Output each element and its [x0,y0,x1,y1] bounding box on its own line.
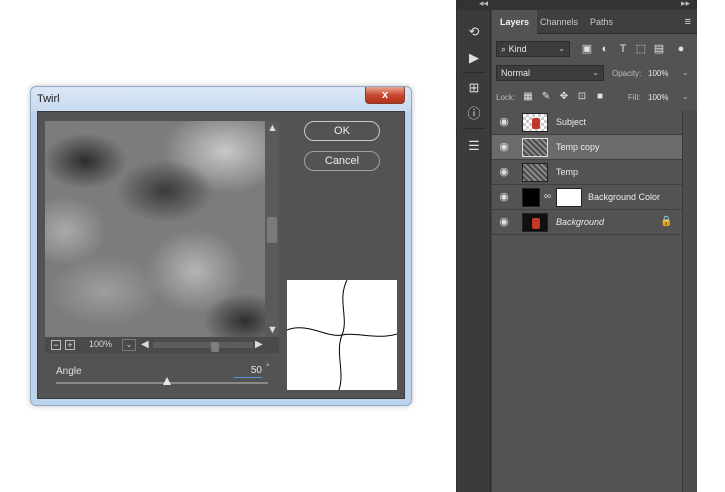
layer-thumbnail [522,113,548,132]
lock-icon: 🔒 [660,216,673,227]
layer-row-subject[interactable]: ◉ Subject [492,110,682,135]
pixel-filter-icon[interactable]: ▣ [580,42,594,56]
chevron-down-icon: ⌄ [558,44,565,53]
layer-mask-thumbnail [556,188,582,207]
visibility-eye-icon[interactable]: ◉ [498,216,510,228]
layers-scrollbar[interactable] [682,110,697,492]
layer-filter-row: ⌕ Kind ⌄ ▣ ◐ T ⬚ ▤ ● [496,41,693,59]
chevron-down-icon: ⌄ [592,68,599,77]
angle-label: Angle [56,366,82,377]
preview-toolbar: − + 100% ⌄ ◀ ▶ [45,337,279,353]
filter-toggle-icon[interactable]: ● [674,42,688,56]
lock-position-icon[interactable]: ✥ [558,91,570,103]
layer-name: Background [556,217,605,227]
blend-mode-value: Normal [501,68,531,78]
panel-dock-header: ◂◂ ▸▸ [457,0,697,10]
zoom-in-icon[interactable]: + [65,340,75,350]
layer-name: Background Color [588,192,661,202]
opacity-label: Opacity: [612,69,642,78]
layers-panel: Layers Channels Paths ≡ ⌕ Kind ⌄ ▣ ◐ T ⬚… [492,10,697,492]
ok-button[interactable]: OK [304,121,380,141]
close-button[interactable]: x [365,87,405,104]
preview-horizontal-scrollbar[interactable]: ◀ ▶ [141,339,267,352]
tab-channels[interactable]: Channels [532,10,586,34]
visibility-eye-icon[interactable]: ◉ [498,191,510,203]
twirl-dialog: Twirl x ▲ ▼ − + 100% ⌄ ◀ ▶ Angle 50 ° OK… [30,86,412,406]
info-icon[interactable]: ⓘ [466,106,482,122]
layer-row-temp-copy[interactable]: ◉ Temp copy [492,135,682,160]
degree-unit: ° [266,362,270,372]
chain-link-icon[interactable]: ∞ [544,191,551,202]
collapse-left-icon[interactable]: ◂◂ [479,0,488,9]
chevron-down-icon[interactable]: ⌄ [682,68,689,77]
layer-name: Temp [556,167,579,177]
chevron-down-icon[interactable]: ⌄ [682,92,689,101]
filter-preview-image[interactable] [45,121,265,337]
angle-slider-track[interactable] [56,382,268,384]
fill-label: Fill: [628,93,641,102]
search-icon: ⌕ [501,44,507,54]
history-icon[interactable]: ⟲ [466,24,482,40]
photoshop-panels: ◂◂ ▸▸ ⟲ ▶ ⊞ ⓘ ☰ Layers Channels Paths ≡ … [456,0,697,492]
dialog-body: ▲ ▼ − + 100% ⌄ ◀ ▶ Angle ° [37,111,405,399]
fill-value[interactable]: 100% [648,93,668,102]
visibility-eye-icon[interactable]: ◉ [498,141,510,153]
blend-mode-dropdown[interactable]: Normal ⌄ [496,65,604,81]
layer-row-background[interactable]: ◉ Background 🔒 [492,210,682,235]
visibility-eye-icon[interactable]: ◉ [498,166,510,178]
blend-row: Normal ⌄ Opacity: 100% ⌄ [496,65,693,83]
zoom-out-icon[interactable]: − [51,340,61,350]
tab-layers[interactable]: Layers [492,10,538,34]
vertical-scroll-thumb[interactable] [267,217,277,243]
twirl-distortion-preview [286,279,398,391]
lock-pixels-icon[interactable]: ✎ [540,91,552,103]
lock-all-icon[interactable]: ■ [594,91,606,103]
opacity-value[interactable]: 100% [648,69,668,78]
horizontal-scroll-thumb[interactable] [211,342,219,352]
strip-divider [463,72,485,73]
filter-kind-value: Kind [508,44,527,54]
layer-name: Subject [556,117,587,127]
actions-play-icon[interactable]: ▶ [466,50,482,66]
dialog-title: Twirl [37,93,60,105]
shape-filter-icon[interactable]: ⬚ [634,42,648,56]
panel-menu-icon[interactable]: ≡ [685,16,691,28]
lock-row: Lock: ▦ ✎ ✥ ⊡ ■ Fill: 100% ⌄ [496,90,693,106]
cancel-button[interactable]: Cancel [304,151,380,171]
layer-name: Temp copy [556,142,600,152]
scroll-right-arrow-icon[interactable]: ▶ [255,339,263,350]
fill-color-swatch [522,188,540,207]
visibility-eye-icon[interactable]: ◉ [498,116,510,128]
zoom-level: 100% [89,339,113,349]
twirl-grid-icon [286,279,398,391]
adjustment-filter-icon[interactable]: ◐ [598,42,612,56]
collapsed-panel-strip: ⟲ ▶ ⊞ ⓘ ☰ [457,10,491,492]
horizontal-scroll-track[interactable] [153,342,253,352]
lock-label: Lock: [496,93,516,102]
layer-row-background-color[interactable]: ◉ ∞ Background Color [492,185,682,210]
angle-input[interactable] [234,364,262,378]
layer-row-temp[interactable]: ◉ Temp [492,160,682,185]
filter-kind-dropdown[interactable]: ⌕ Kind ⌄ [496,41,570,57]
collapse-right-icon[interactable]: ▸▸ [681,0,690,9]
type-filter-icon[interactable]: T [616,42,630,56]
layer-thumbnail [522,138,548,157]
tab-paths[interactable]: Paths [582,10,621,34]
screen: Twirl x ▲ ▼ − + 100% ⌄ ◀ ▶ Angle 50 ° OK… [0,0,725,492]
angle-slider-thumb[interactable] [163,377,171,385]
zoom-dropdown-icon[interactable]: ⌄ [122,339,136,351]
scroll-down-arrow-icon[interactable]: ▼ [267,325,278,336]
panel-tabs: Layers Channels Paths ≡ [492,10,697,34]
preview-vertical-scrollbar[interactable]: ▲ ▼ [265,121,279,337]
lock-transparent-icon[interactable]: ▦ [522,91,534,103]
properties-icon[interactable]: ☰ [466,138,482,154]
layer-thumbnail [522,213,548,232]
smart-object-filter-icon[interactable]: ▤ [652,42,666,56]
lock-artboard-icon[interactable]: ⊡ [576,91,588,103]
scroll-up-arrow-icon[interactable]: ▲ [267,123,278,134]
layer-thumbnail [522,163,548,182]
libraries-icon[interactable]: ⊞ [466,80,482,96]
strip-divider [463,128,485,129]
scroll-left-arrow-icon[interactable]: ◀ [141,339,149,350]
